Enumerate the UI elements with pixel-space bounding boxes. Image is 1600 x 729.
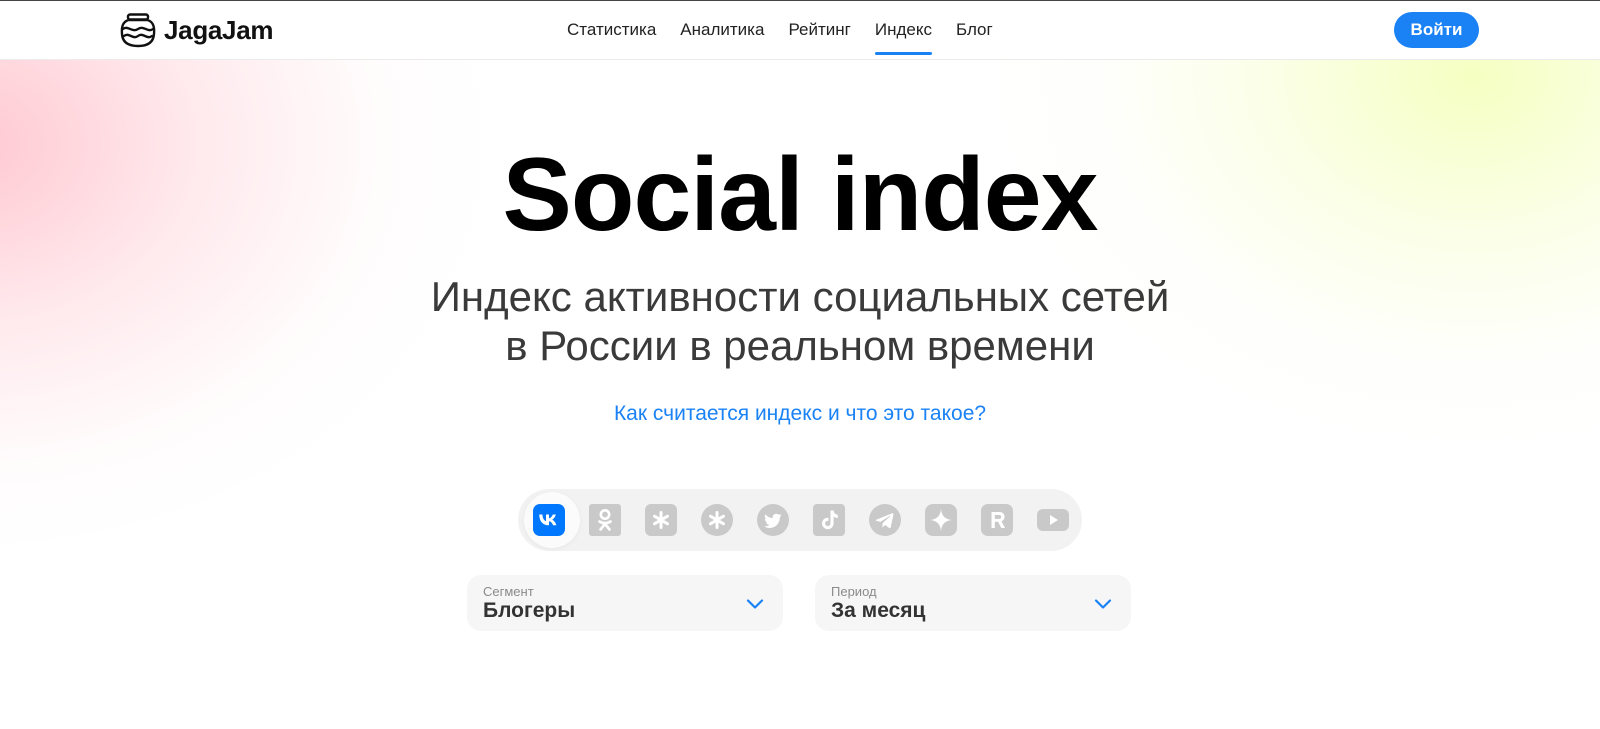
dzen-icon [925,504,957,536]
rutube-icon [981,504,1013,536]
logo-text: JagaJam [164,14,274,45]
logo[interactable]: JagaJam [120,12,274,48]
segment-select-value: Блогеры [483,599,576,622]
period-select[interactable]: Период За месяц [815,575,1131,631]
login-button[interactable]: Войти [1394,12,1479,48]
network-tab-moi-mir[interactable] [689,489,745,551]
vk-icon [533,504,565,536]
period-select-value: За месяц [831,599,926,622]
page: JagaJam Статистика Аналитика Рейтинг Инд… [0,0,1600,729]
main-nav: Статистика Аналитика Рейтинг Индекс Блог [567,1,1017,59]
youtube-icon [1037,509,1069,531]
site-header: JagaJam Статистика Аналитика Рейтинг Инд… [0,1,1600,60]
network-tab-telegram[interactable] [857,489,913,551]
network-tab-dzen[interactable] [913,489,969,551]
network-tab-mail-ru[interactable] [633,489,689,551]
page-title: Social index [502,137,1099,253]
how-index-works-container: Как считается индекс и что это такое? [0,402,1600,426]
nav-item-rating[interactable]: Рейтинг [788,1,850,59]
twitter-icon [757,504,789,536]
how-index-works-link[interactable]: Как считается индекс и что это такое? [614,402,986,425]
subtitle-line-1: Индекс активности социальных сетей [430,273,1170,320]
period-select-label: Период [831,584,877,599]
chevron-down-icon [1094,599,1112,609]
network-tab-rutube[interactable] [969,489,1025,551]
nav-item-analytics[interactable]: Аналитика [680,1,764,59]
odnoklassniki-icon [589,504,621,536]
tiktok-icon [813,504,845,536]
subtitle-line-2: в России в реальном времени [505,322,1095,369]
mail-ru-square-icon [645,504,677,536]
page-subtitle: Индекс активности социальных сетей в Рос… [0,272,1600,370]
chevron-down-icon [746,599,764,609]
segment-select[interactable]: Сегмент Блогеры [467,575,783,631]
telegram-icon [869,504,901,536]
nav-item-statistics[interactable]: Статистика [567,1,656,59]
segment-select-label: Сегмент [483,584,534,599]
network-tab-odnoklassniki[interactable] [577,489,633,551]
network-tab-tiktok[interactable] [801,489,857,551]
network-selector [518,489,1082,551]
network-tab-twitter[interactable] [745,489,801,551]
mail-ru-circle-icon [701,504,733,536]
network-tab-youtube[interactable] [1025,489,1081,551]
nav-item-index[interactable]: Индекс [874,1,933,59]
network-tab-vk[interactable] [521,489,580,551]
jar-logo-icon [120,13,156,48]
nav-item-blog[interactable]: Блог [956,1,993,59]
